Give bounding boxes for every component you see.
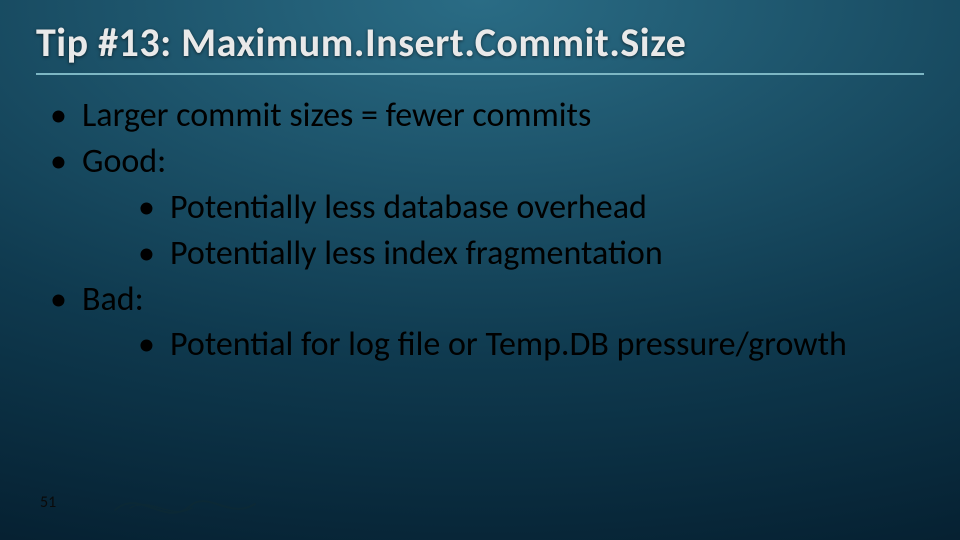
bullet-text: Larger commit sizes = fewer commits [82,95,591,136]
sub-bullet-item: Potential for log file or Temp.DB pressu… [124,322,924,368]
sub-bullet-item: Potentially less database overhead [124,185,924,231]
title-underline [36,73,924,75]
bullet-text: Good: [82,141,166,182]
slide-body: Larger commit sizes = fewer commits Good… [36,93,924,368]
bullet-text: Potentially less index fragmentation [170,233,663,274]
slide-title: Tip #13: Maximum.Insert.Commit.Size [36,18,924,67]
bullet-text: Bad: [82,279,144,320]
slide: Tip #13: Maximum.Insert.Commit.Size Larg… [0,0,960,540]
bullet-text: Potentially less database overhead [170,187,647,228]
page-number: 51 [40,493,56,512]
bullet-item: Good: Potentially less database overhead… [36,139,924,277]
bullet-text: Potential for log file or Temp.DB pressu… [170,324,847,365]
flourish-icon [110,490,260,524]
sub-bullet-item: Potentially less index fragmentation [124,231,924,277]
bullet-item: Bad: Potential for log file or Temp.DB p… [36,277,924,369]
bullet-item: Larger commit sizes = fewer commits [36,93,924,139]
